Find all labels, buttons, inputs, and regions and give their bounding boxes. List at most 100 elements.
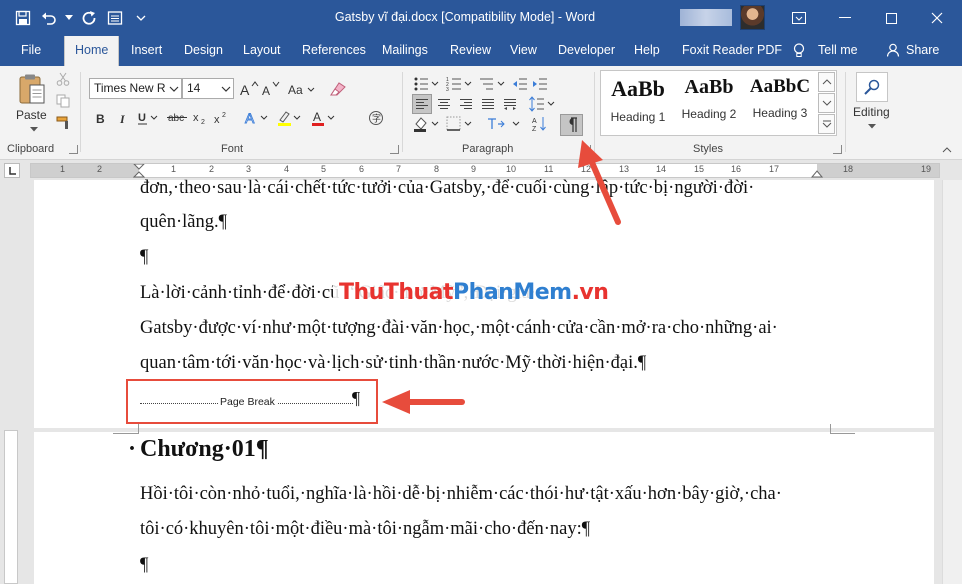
highlight-icon[interactable] (276, 108, 304, 128)
underline-icon[interactable]: U (136, 108, 160, 128)
change-case-icon[interactable]: Aa (287, 78, 317, 99)
vertical-scrollbar[interactable] (942, 180, 962, 584)
paragraph-line: Gatsby·được·ví·như·một·tượng·đài·văn·học… (140, 318, 778, 338)
format-painter-icon[interactable] (54, 114, 72, 132)
undo-dropdown-icon[interactable] (64, 7, 74, 29)
save-icon[interactable] (12, 7, 34, 29)
indent-marker-icon[interactable] (133, 164, 145, 178)
show-hide-formatting-marks-icon[interactable] (560, 114, 583, 136)
tab-home[interactable]: Home (64, 36, 120, 67)
strikethrough-icon[interactable]: abc (167, 108, 189, 128)
copy-icon[interactable] (54, 92, 72, 110)
font-name-dropdown-icon[interactable] (167, 79, 181, 98)
styles-scroll-down-icon[interactable] (818, 93, 835, 113)
grow-font-icon[interactable]: A (238, 78, 260, 99)
multilevel-list-icon[interactable] (478, 74, 506, 94)
tab-foxit[interactable]: Foxit Reader PDF (682, 43, 782, 57)
increase-indent-icon[interactable] (530, 74, 550, 94)
share-button[interactable]: Share (906, 43, 939, 57)
svg-text:A: A (262, 84, 270, 97)
right-indent-icon[interactable] (811, 170, 823, 178)
tab-layout[interactable]: Layout (243, 43, 281, 57)
undo-icon[interactable] (38, 7, 60, 29)
superscript-icon[interactable]: x2 (213, 108, 231, 128)
tab-insert[interactable]: Insert (131, 43, 162, 57)
cut-icon[interactable] (54, 70, 72, 88)
editing-button[interactable]: Editing (853, 105, 890, 119)
styles-scroll-up-icon[interactable] (818, 72, 835, 92)
tab-developer[interactable]: Developer (558, 43, 615, 57)
tab-file[interactable]: File (21, 43, 41, 57)
ribbon-display-options-icon[interactable] (776, 0, 822, 36)
tab-references[interactable]: References (302, 43, 366, 57)
form-icon[interactable] (104, 7, 126, 29)
ruler-number: 13 (619, 164, 630, 174)
align-right-icon[interactable] (456, 94, 476, 114)
find-icon[interactable] (856, 72, 888, 102)
sort-icon[interactable]: AZ (530, 114, 550, 134)
tab-design[interactable]: Design (184, 43, 223, 57)
tab-help[interactable]: Help (634, 43, 660, 57)
borders-icon[interactable] (445, 114, 473, 134)
avatar[interactable] (740, 5, 765, 30)
shading-icon[interactable] (412, 114, 440, 134)
styles-more-icon[interactable] (818, 114, 835, 134)
font-color-icon[interactable]: A (310, 108, 338, 128)
asian-layout-icon[interactable] (484, 114, 508, 134)
tab-review[interactable]: Review (450, 43, 491, 57)
tell-me-search[interactable]: Tell me (818, 43, 858, 57)
window-title: Gatsby vĩ đại.docx [Compatibility Mode] … (334, 10, 596, 24)
decrease-indent-icon[interactable] (510, 74, 530, 94)
svg-text:B: B (96, 112, 105, 124)
close-icon[interactable] (914, 0, 960, 36)
tab-view[interactable]: View (510, 43, 537, 57)
text-effects-icon[interactable]: A (243, 108, 271, 128)
shrink-font-icon[interactable]: A (260, 78, 282, 99)
clear-formatting-icon[interactable] (325, 78, 349, 99)
svg-text:U: U (138, 112, 146, 124)
style-heading-2[interactable]: AaBb Heading 2 (674, 72, 744, 134)
horizontal-ruler[interactable]: 1 2 1 2 3 4 5 6 7 8 9 10 11 12 13 14 15 … (30, 163, 940, 178)
style-heading-1[interactable]: AaBb Heading 1 (603, 72, 673, 134)
subscript-icon[interactable]: x2 (192, 108, 210, 128)
svg-text:A: A (245, 110, 255, 126)
paste-dropdown-icon[interactable] (28, 124, 40, 134)
tab-mailings[interactable]: Mailings (382, 43, 428, 57)
user-name-blurred[interactable] (680, 9, 732, 26)
justify-icon[interactable] (478, 94, 498, 114)
style-heading-3[interactable]: AaBbC Heading 3 (745, 72, 815, 134)
numbering-icon[interactable]: 123 (445, 74, 473, 94)
enclose-characters-icon[interactable]: 字 (366, 108, 386, 128)
tab-selector-icon[interactable] (4, 163, 20, 178)
bullets-icon[interactable] (412, 74, 440, 94)
paragraph-line: tôi·có·khuyên·tôi·một·điều·mà·tôi·ngẫm·m… (140, 519, 591, 539)
font-launcher-icon[interactable] (390, 145, 399, 154)
distributed-icon[interactable] (500, 94, 520, 114)
editing-dropdown-icon[interactable] (866, 121, 878, 131)
paste-icon[interactable] (14, 72, 50, 106)
paste-button[interactable]: Paste (16, 108, 47, 122)
ruler-margin-left (31, 164, 139, 177)
customize-qat-icon[interactable] (130, 7, 152, 29)
redo-icon[interactable] (78, 7, 100, 29)
svg-text:3: 3 (446, 87, 449, 92)
paragraph-line: quan·tâm·tới·văn·học·và·lịch·sử·tinh·thầ… (140, 353, 647, 373)
ruler-number: 5 (321, 164, 327, 174)
font-size-dropdown-icon[interactable] (219, 79, 233, 98)
line-spacing-icon[interactable] (528, 94, 556, 114)
chapter-heading: Chương·01¶ (140, 436, 269, 462)
styles-launcher-icon[interactable] (833, 145, 842, 154)
italic-icon[interactable]: I (116, 108, 132, 128)
bold-icon[interactable]: B (93, 108, 109, 128)
vertical-ruler[interactable] (4, 430, 18, 584)
restore-icon[interactable] (868, 0, 914, 36)
align-left-icon[interactable] (412, 94, 432, 114)
minimize-icon[interactable] (822, 0, 868, 36)
paragraph-launcher-icon[interactable] (582, 145, 591, 154)
asian-layout-dropdown-icon[interactable] (510, 114, 522, 134)
group-separator (845, 72, 846, 152)
clipboard-launcher-icon[interactable] (69, 145, 78, 154)
svg-text:Aa: Aa (288, 83, 303, 96)
collapse-ribbon-icon[interactable] (940, 144, 954, 156)
align-center-icon[interactable] (434, 94, 454, 114)
